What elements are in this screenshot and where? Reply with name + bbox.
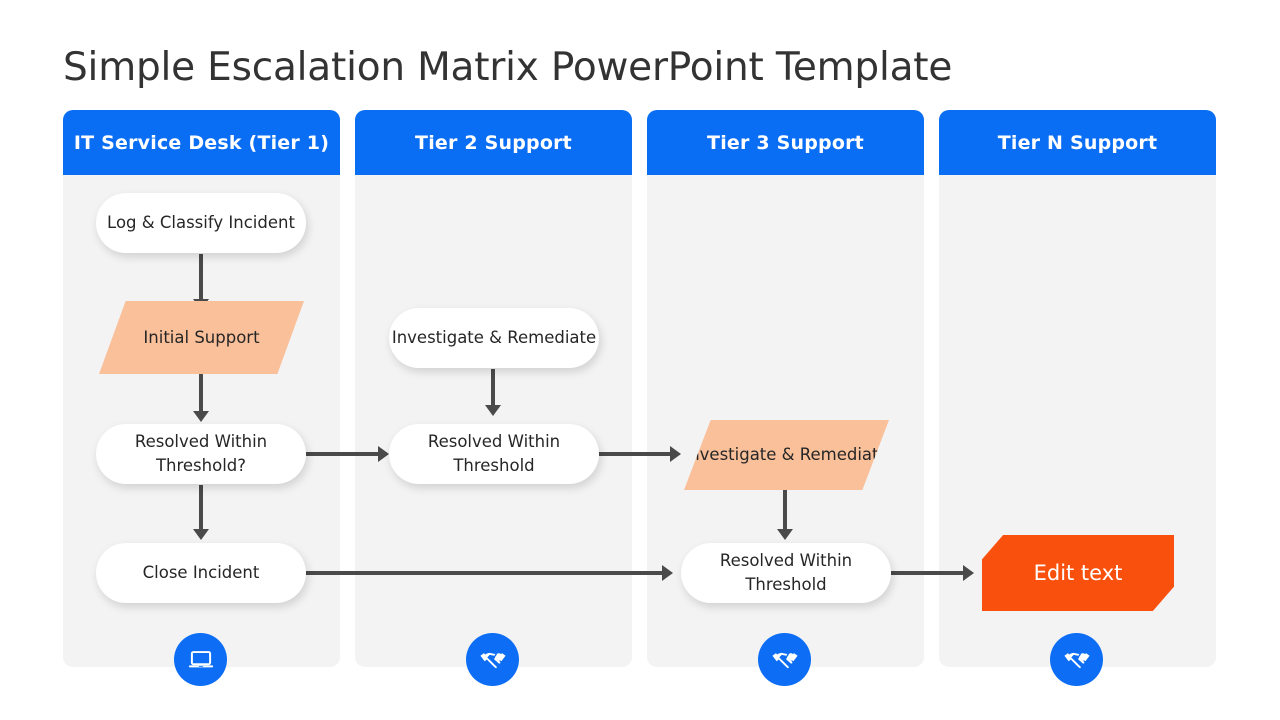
node-label: Resolved Within Threshold	[427, 432, 561, 475]
handshake-icon[interactable]	[466, 633, 519, 686]
node-label: Investigate & Remediate	[684, 445, 889, 464]
arrow-tier1-resolved-to-tier2	[306, 452, 379, 456]
column-header-label: Tier 3 Support	[707, 131, 864, 154]
handshake-icon[interactable]	[1050, 633, 1103, 686]
column-header-label: IT Service Desk (Tier 1)	[73, 131, 330, 154]
node-resolved-within-threshold-tier3[interactable]: Resolved Within Threshold	[681, 543, 891, 603]
arrow-initial-support-to-resolved	[199, 372, 203, 412]
column-header-tier2[interactable]: Tier 2 Support	[355, 110, 632, 175]
handshake-icon[interactable]	[758, 633, 811, 686]
node-label: Investigate & Remediate	[391, 328, 597, 347]
node-label: Resolved Within Threshold	[719, 551, 853, 594]
node-label: Initial Support	[143, 327, 260, 347]
arrow-investigate-to-resolved-tier3	[783, 489, 787, 530]
laptop-icon[interactable]	[174, 633, 227, 686]
node-label: Edit text	[1033, 561, 1123, 585]
node-edit-text[interactable]: Edit text	[982, 535, 1174, 611]
arrow-tier2-resolved-to-tier3	[599, 452, 671, 456]
node-investigate-remediate-tier2[interactable]: Investigate & Remediate	[389, 308, 599, 368]
node-label: Log & Classify Incident	[107, 213, 295, 232]
arrow-log-to-initial-support	[199, 254, 203, 300]
node-resolved-within-threshold-tier1[interactable]: Resolved Within Threshold?	[96, 424, 306, 484]
column-header-label: Tier N Support	[997, 131, 1158, 154]
node-label: Resolved Within Threshold?	[134, 432, 268, 475]
column-header-tier3[interactable]: Tier 3 Support	[647, 110, 924, 175]
node-close-incident[interactable]: Close Incident	[96, 543, 306, 603]
node-log-classify-incident[interactable]: Log & Classify Incident	[96, 193, 306, 253]
node-resolved-within-threshold-tier2[interactable]: Resolved Within Threshold	[389, 424, 599, 484]
column-header-tier1[interactable]: IT Service Desk (Tier 1)	[63, 110, 340, 175]
arrow-tier3-resolved-to-tiern	[891, 571, 964, 575]
page-title: Simple Escalation Matrix PowerPoint Temp…	[63, 45, 953, 90]
arrow-resolved-to-close-incident	[199, 485, 203, 530]
arrow-close-incident-to-tier3	[306, 571, 663, 575]
column-header-tiern[interactable]: Tier N Support	[939, 110, 1216, 175]
node-investigate-remediate-tier3[interactable]: Investigate & Remediate	[684, 420, 889, 490]
node-initial-support[interactable]: Initial Support	[99, 301, 304, 374]
column-header-label: Tier 2 Support	[415, 131, 572, 154]
node-label: Close Incident	[142, 563, 260, 582]
slide-canvas: Simple Escalation Matrix PowerPoint Temp…	[0, 0, 1280, 720]
arrow-investigate-to-resolved-tier2	[491, 369, 495, 406]
